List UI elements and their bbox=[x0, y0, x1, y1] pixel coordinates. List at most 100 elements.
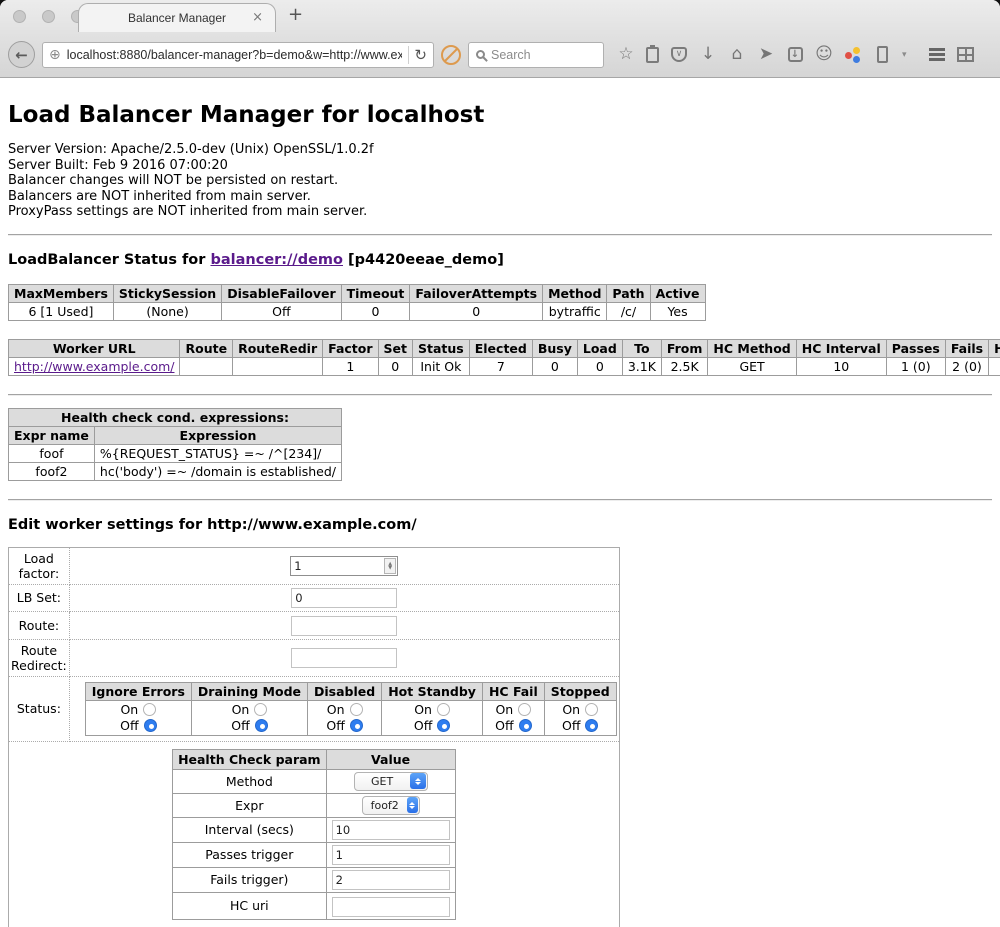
disabled-off-radio[interactable] bbox=[350, 719, 363, 732]
draining-mode-off-radio[interactable] bbox=[255, 719, 268, 732]
number-stepper-icon[interactable]: ▲▼ bbox=[384, 558, 396, 574]
col-factor: Factor bbox=[323, 339, 378, 357]
worker-url-link[interactable]: http://www.example.com/ bbox=[14, 359, 174, 374]
col-expr-name: Expr name bbox=[9, 426, 95, 444]
window-close-button[interactable] bbox=[13, 10, 26, 23]
server-version-line: Server Version: Apache/2.5.0-dev (Unix) … bbox=[8, 142, 992, 158]
hot-standby-on-radio[interactable] bbox=[437, 703, 450, 716]
send-tab-icon[interactable]: ➤ bbox=[757, 46, 775, 64]
cell-fails: 2 (0) bbox=[945, 357, 988, 375]
disabled-on-radio[interactable] bbox=[350, 703, 363, 716]
method-select[interactable]: GET bbox=[354, 772, 428, 791]
lb-set-label: LB Set: bbox=[9, 584, 70, 611]
col-draining-mode: Draining Mode bbox=[191, 682, 307, 700]
fails-input[interactable]: 2 bbox=[332, 870, 450, 890]
col-disabled: Disabled bbox=[308, 682, 382, 700]
lb-set-input[interactable]: 0 bbox=[291, 588, 397, 608]
col-ignore-errors: Ignore Errors bbox=[85, 682, 191, 700]
back-button[interactable]: ← bbox=[8, 41, 35, 68]
col-hc-value: Value bbox=[326, 749, 455, 769]
interval-input[interactable]: 10 bbox=[332, 820, 450, 840]
balancer-demo-link[interactable]: balancer://demo bbox=[210, 252, 343, 268]
tab-balancer-manager[interactable]: Balancer Manager × bbox=[78, 3, 276, 32]
ignore-errors-on-radio[interactable] bbox=[143, 703, 156, 716]
loadbalancer-status-heading: LoadBalancer Status for balancer://demo … bbox=[8, 252, 992, 268]
server-built-line: Server Built: Feb 9 2016 07:00:20 bbox=[8, 158, 992, 174]
hc-uri-input[interactable] bbox=[332, 897, 450, 917]
overflow-caret-icon[interactable]: ▾ bbox=[902, 50, 907, 60]
url-text[interactable]: localhost:8880/balancer-manager?b=demo&w… bbox=[67, 48, 402, 62]
col-expression: Expression bbox=[94, 426, 341, 444]
load-factor-input[interactable]: 1 ▲▼ bbox=[290, 556, 398, 576]
stopped-off-radio[interactable] bbox=[585, 719, 598, 732]
hot-standby-off-radio[interactable] bbox=[437, 719, 450, 732]
radio-off-label: Off bbox=[120, 718, 138, 733]
url-bar[interactable]: ⊕ localhost:8880/balancer-manager?b=demo… bbox=[42, 42, 434, 68]
hc-fail-on-radio[interactable] bbox=[518, 703, 531, 716]
col-timeout: Timeout bbox=[341, 284, 410, 302]
cell-load: 0 bbox=[577, 357, 622, 375]
col-elected: Elected bbox=[469, 339, 532, 357]
col-method: Method bbox=[543, 284, 607, 302]
method-param-label: Method bbox=[173, 769, 327, 793]
status-heading-prefix: LoadBalancer Status for bbox=[8, 252, 210, 268]
status-flags-table: Ignore Errors Draining Mode Disabled Hot… bbox=[85, 682, 617, 736]
menu-hamburger-icon[interactable] bbox=[929, 53, 945, 56]
ignore-errors-off-radio[interactable] bbox=[144, 719, 157, 732]
expr-select[interactable]: foof2 bbox=[362, 796, 420, 815]
reading-list-icon[interactable] bbox=[646, 47, 659, 63]
route-input[interactable] bbox=[291, 616, 397, 636]
hc-uri-param-label: HC uri bbox=[173, 892, 327, 919]
col-hc-method: HC Method bbox=[708, 339, 796, 357]
search-input[interactable]: Search bbox=[468, 42, 604, 68]
sidebar-grid-icon[interactable] bbox=[957, 47, 974, 62]
worker-status-table: Worker URL Route RouteRedir Factor Set S… bbox=[8, 339, 1000, 376]
downloads-icon[interactable]: ↓ bbox=[699, 46, 717, 64]
route-redirect-input[interactable] bbox=[291, 648, 397, 668]
divider bbox=[8, 394, 992, 396]
hc-fail-off-radio[interactable] bbox=[519, 719, 532, 732]
col-hot-standby: Hot Standby bbox=[382, 682, 483, 700]
new-tab-button[interactable]: + bbox=[288, 6, 303, 24]
navigation-toolbar: ← ⊕ localhost:8880/balancer-manager?b=de… bbox=[0, 32, 1000, 78]
url-separator bbox=[408, 46, 409, 64]
tab-close-icon[interactable]: × bbox=[252, 10, 263, 25]
bookmark-star-icon[interactable]: ☆ bbox=[617, 46, 635, 64]
chevron-updown-icon bbox=[410, 773, 426, 789]
tab-bar: Balancer Manager × + bbox=[0, 0, 1000, 32]
content-blocker-icon[interactable] bbox=[441, 45, 461, 65]
route-label: Route: bbox=[9, 611, 70, 639]
cell-from: 2.5K bbox=[661, 357, 708, 375]
radio-on-label: On bbox=[327, 702, 345, 717]
window-minimize-button[interactable] bbox=[42, 10, 55, 23]
page-title: Load Balancer Manager for localhost bbox=[8, 102, 992, 128]
pocket-icon[interactable]: ∨ bbox=[671, 47, 687, 62]
ignore-errors-radios: On Off bbox=[85, 700, 191, 735]
draining-mode-on-radio[interactable] bbox=[254, 703, 267, 716]
chevron-updown-icon bbox=[407, 797, 418, 813]
save-page-icon[interactable]: ↓ bbox=[788, 47, 803, 62]
divider bbox=[8, 234, 992, 236]
col-hc-param: Health Check param bbox=[173, 749, 327, 769]
col-to: To bbox=[622, 339, 661, 357]
home-icon[interactable]: ⌂ bbox=[728, 46, 746, 64]
cell-maxmembers: 6 [1 Used] bbox=[9, 302, 114, 320]
persist-note-line: Balancer changes will NOT be persisted o… bbox=[8, 173, 992, 189]
reload-icon[interactable]: ↻ bbox=[414, 46, 427, 64]
inherit-note-line: Balancers are NOT inherited from main se… bbox=[8, 189, 992, 205]
passes-input[interactable]: 1 bbox=[332, 845, 450, 865]
route-redirect-label: Route Redirect: bbox=[9, 639, 70, 676]
col-hc-uri: HC uri bbox=[989, 339, 1000, 357]
stopped-on-radio[interactable] bbox=[585, 703, 598, 716]
cell-routeredir bbox=[233, 357, 323, 375]
hot-standby-radios: On Off bbox=[382, 700, 483, 735]
page-content: Load Balancer Manager for localhost Serv… bbox=[0, 78, 1000, 927]
extension-colors-icon[interactable] bbox=[845, 47, 861, 63]
load-factor-value: 1 bbox=[294, 559, 301, 573]
feedback-smiley-icon[interactable]: ☺ bbox=[815, 46, 833, 64]
load-factor-label: Load factor: bbox=[9, 547, 70, 584]
cell-busy: 0 bbox=[532, 357, 577, 375]
balancer-status-row: 6 [1 Used] (None) Off 0 0 bytraffic /c/ … bbox=[9, 302, 706, 320]
device-sync-icon[interactable] bbox=[877, 46, 888, 63]
status-heading-suffix: [p4420eeae_demo] bbox=[343, 252, 504, 268]
